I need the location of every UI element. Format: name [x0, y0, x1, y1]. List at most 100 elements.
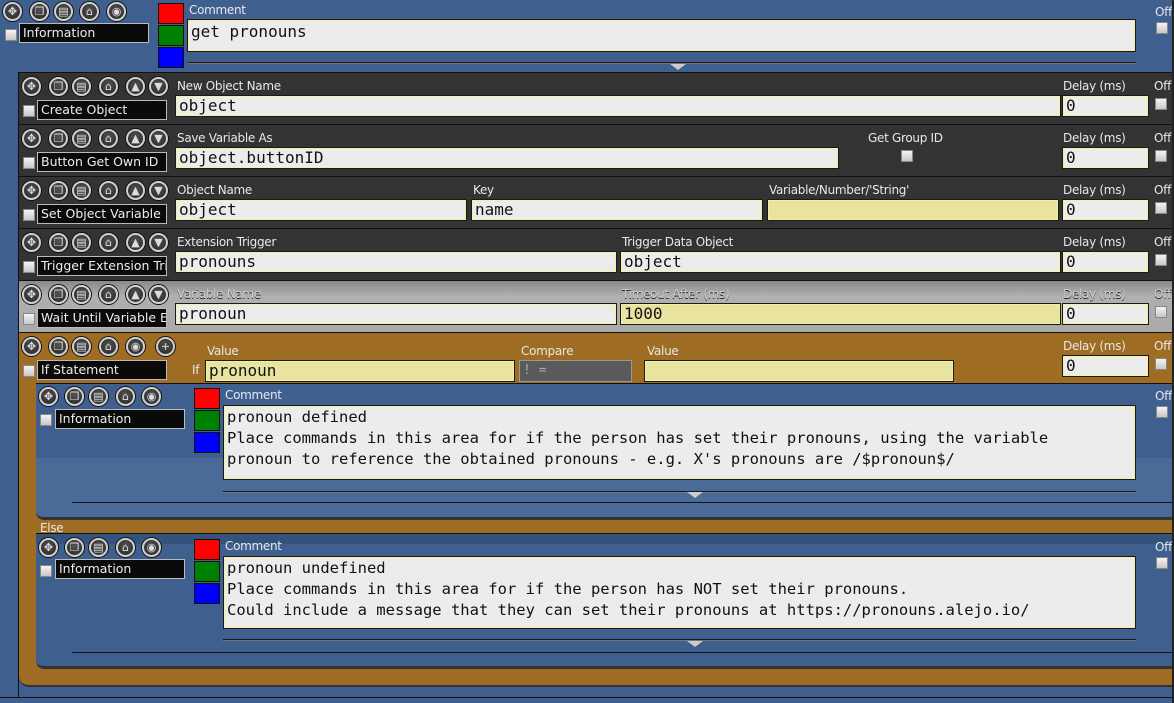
delay-input[interactable]: 0 — [1062, 199, 1149, 221]
off-checkbox[interactable] — [1156, 22, 1168, 34]
resize-divider[interactable] — [223, 491, 1136, 493]
move-down-icon[interactable]: ▼ — [149, 181, 168, 200]
move-icon[interactable]: ✥ — [22, 285, 41, 304]
object-name-input[interactable]: object — [175, 199, 467, 221]
move-icon[interactable]: ✥ — [22, 77, 41, 96]
move-up-icon[interactable]: ▲ — [126, 233, 145, 252]
delete-icon[interactable]: ⌂ — [99, 129, 118, 148]
copy-icon[interactable]: ❐ — [65, 387, 84, 406]
select-checkbox[interactable] — [23, 105, 35, 117]
move-up-icon[interactable]: ▲ — [126, 285, 145, 304]
extension-trigger-input[interactable]: pronouns — [175, 251, 617, 273]
off-checkbox[interactable] — [1155, 358, 1167, 370]
move-up-icon[interactable]: ▲ — [126, 181, 145, 200]
color-swatch-red[interactable] — [194, 539, 220, 560]
delay-input[interactable]: 0 — [1062, 355, 1149, 377]
paste-icon[interactable]: ▤ — [89, 538, 108, 557]
comment-textarea[interactable]: pronoun defined Place commands in this a… — [223, 405, 1136, 480]
compare-select[interactable]: ! = — [519, 360, 632, 382]
eye-icon[interactable]: ◉ — [107, 2, 126, 21]
resize-divider[interactable] — [188, 62, 1136, 64]
color-swatch-green[interactable] — [194, 410, 220, 431]
off-checkbox[interactable] — [1155, 150, 1167, 162]
off-checkbox[interactable] — [1156, 557, 1168, 569]
delete-icon[interactable]: ⌂ — [99, 77, 118, 96]
variable-name-input[interactable]: pronoun — [175, 303, 617, 325]
comment-textarea[interactable]: pronoun undefined Place commands in this… — [223, 556, 1136, 629]
copy-icon[interactable]: ❐ — [49, 129, 68, 148]
get-group-id-checkbox[interactable] — [901, 150, 913, 162]
off-checkbox[interactable] — [1156, 406, 1168, 418]
move-up-icon[interactable]: ▲ — [126, 129, 145, 148]
delete-icon[interactable]: ⌂ — [99, 233, 118, 252]
paste-icon[interactable]: ▤ — [72, 77, 91, 96]
move-icon[interactable]: ✥ — [22, 337, 41, 356]
off-checkbox[interactable] — [1155, 306, 1167, 318]
expand-arrow-icon[interactable] — [687, 641, 703, 647]
copy-icon[interactable]: ❐ — [49, 181, 68, 200]
paste-icon[interactable]: ▤ — [72, 285, 91, 304]
delay-input[interactable]: 0 — [1062, 95, 1149, 117]
save-variable-as-input[interactable]: object.buttonID — [175, 147, 839, 169]
delete-icon[interactable]: ⌂ — [99, 181, 118, 200]
move-down-icon[interactable]: ▼ — [149, 77, 168, 96]
move-down-icon[interactable]: ▼ — [149, 233, 168, 252]
copy-icon[interactable]: ❐ — [49, 337, 68, 356]
new-object-name-input[interactable]: object — [175, 95, 1061, 117]
off-checkbox[interactable] — [1155, 202, 1167, 214]
copy-icon[interactable]: ❐ — [49, 233, 68, 252]
move-icon[interactable]: ✥ — [22, 233, 41, 252]
off-checkbox[interactable] — [1155, 98, 1167, 110]
value2-input[interactable] — [644, 360, 954, 382]
eye-icon[interactable]: ◉ — [142, 387, 161, 406]
delete-icon[interactable]: ⌂ — [80, 2, 99, 21]
paste-icon[interactable]: ▤ — [72, 337, 91, 356]
move-down-icon[interactable]: ▼ — [149, 129, 168, 148]
delete-icon[interactable]: ⌂ — [116, 387, 135, 406]
move-icon[interactable]: ✥ — [22, 129, 41, 148]
color-swatch-blue[interactable] — [194, 583, 220, 604]
delay-input[interactable]: 0 — [1062, 303, 1149, 325]
move-icon[interactable]: ✥ — [22, 181, 41, 200]
copy-icon[interactable]: ❐ — [49, 77, 68, 96]
delay-input[interactable]: 0 — [1062, 147, 1149, 169]
move-icon[interactable]: ✥ — [39, 387, 58, 406]
paste-icon[interactable]: ▤ — [72, 233, 91, 252]
variable-number-string-input[interactable] — [767, 199, 1059, 221]
color-swatch-blue[interactable] — [158, 47, 184, 68]
paste-icon[interactable]: ▤ — [72, 129, 91, 148]
select-checkbox[interactable] — [40, 565, 52, 577]
delete-icon[interactable]: ⌂ — [99, 285, 118, 304]
paste-icon[interactable]: ▤ — [72, 181, 91, 200]
select-checkbox[interactable] — [23, 157, 35, 169]
resize-divider[interactable] — [223, 639, 1136, 641]
copy-icon[interactable]: ❐ — [49, 285, 68, 304]
copy-icon[interactable]: ❐ — [30, 2, 49, 21]
value-input[interactable]: pronoun — [205, 360, 515, 382]
select-checkbox[interactable] — [40, 414, 52, 426]
move-icon[interactable]: ✥ — [3, 2, 22, 21]
trigger-data-object-input[interactable]: object — [620, 251, 1061, 273]
add-icon[interactable]: + — [156, 337, 175, 356]
move-icon[interactable]: ✥ — [39, 538, 58, 557]
move-up-icon[interactable]: ▲ — [126, 77, 145, 96]
comment-textarea[interactable]: get pronouns — [187, 19, 1136, 52]
select-checkbox[interactable] — [23, 365, 35, 377]
paste-icon[interactable]: ▤ — [54, 2, 73, 21]
off-checkbox[interactable] — [1155, 254, 1167, 266]
color-swatch-blue[interactable] — [194, 432, 220, 453]
select-checkbox[interactable] — [23, 313, 35, 325]
delete-icon[interactable]: ⌂ — [116, 538, 135, 557]
copy-icon[interactable]: ❐ — [65, 538, 84, 557]
color-swatch-green[interactable] — [194, 561, 220, 582]
eye-icon[interactable]: ◉ — [126, 337, 145, 356]
select-checkbox[interactable] — [23, 209, 35, 221]
select-checkbox[interactable] — [5, 29, 17, 41]
paste-icon[interactable]: ▤ — [89, 387, 108, 406]
key-input[interactable]: name — [471, 199, 763, 221]
delete-icon[interactable]: ⌂ — [99, 337, 118, 356]
color-swatch-red[interactable] — [158, 3, 184, 24]
delay-input[interactable]: 0 — [1062, 251, 1149, 273]
move-down-icon[interactable]: ▼ — [149, 285, 168, 304]
select-checkbox[interactable] — [23, 261, 35, 273]
